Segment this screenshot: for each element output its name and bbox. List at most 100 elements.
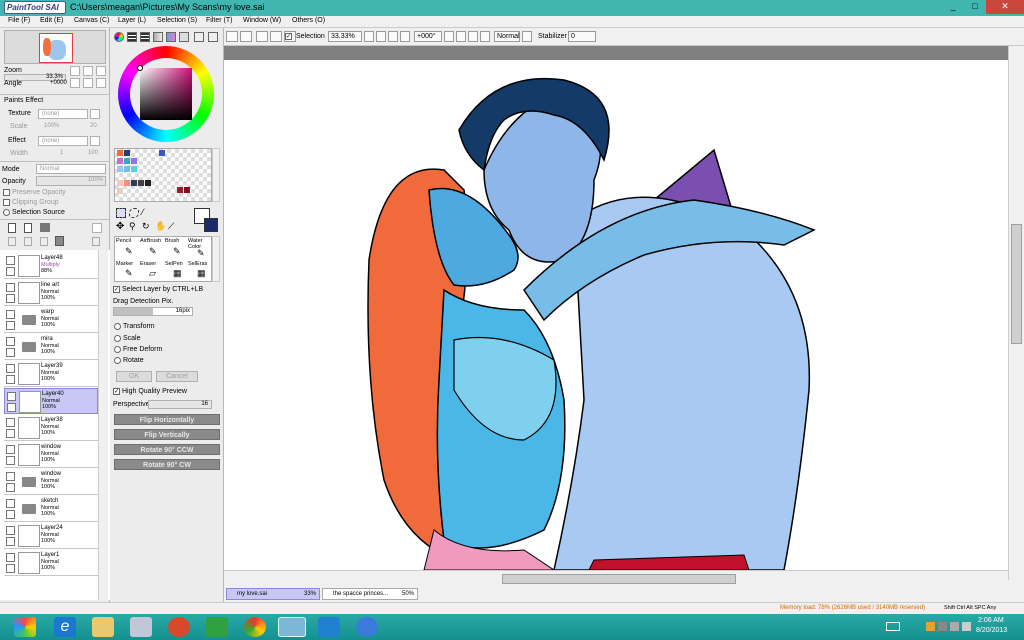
menu-others[interactable]: Others (O) [292,17,325,24]
rotate-left-tb-button[interactable] [444,31,454,42]
scratchpad-tab-icon[interactable] [179,32,189,42]
gradation-tab-icon[interactable] [153,32,163,42]
texture-select[interactable]: (none) [38,109,88,119]
new-folder-icon[interactable] [40,223,50,232]
zoom-out-tb-button[interactable] [364,31,374,42]
visibility-toggle-icon[interactable] [6,526,15,535]
menu-layer[interactable]: Layer (L) [118,17,146,24]
trash-icon[interactable] [55,236,64,246]
layer-row[interactable]: line art Normal 100% [4,280,98,306]
tray-icon-1[interactable] [926,622,935,631]
lock-toggle-icon[interactable] [6,348,15,357]
angle-field[interactable]: +000° [414,31,442,42]
itunes-icon[interactable] [356,617,378,637]
tray-icon-2[interactable] [938,622,947,631]
perspective-slider[interactable]: 16 [148,400,212,409]
flip-tb-button[interactable] [480,31,490,42]
network-icon[interactable] [950,622,959,631]
layer-row[interactable]: window Normal 100% [4,469,98,495]
rotate-tool-icon[interactable]: ↻ [142,222,152,232]
doc-tab[interactable]: the spacce princes... 50% [322,588,418,600]
visibility-toggle-icon[interactable] [6,553,15,562]
internet-explorer-icon[interactable]: e [54,617,76,637]
lock-toggle-icon[interactable] [6,321,15,330]
eyedropper-icon[interactable]: ⟋ [168,222,178,232]
swatch-scrollbar[interactable] [212,148,220,202]
zoom-actual-tb-button[interactable] [400,31,410,42]
rotate-reset-button[interactable] [96,78,106,88]
move-icon[interactable]: ✥ [116,222,126,232]
lock-toggle-icon[interactable] [6,564,15,573]
panel-toggle-icon[interactable] [194,32,204,42]
layer-menu-button[interactable] [92,223,102,233]
file-explorer-icon[interactable] [92,617,114,637]
opacity-slider[interactable]: 100% [36,176,106,186]
layer-row[interactable]: Layer39 Normal 100% [4,361,98,387]
tool-eraser[interactable]: Eraser [140,261,156,267]
stabilizer-select[interactable]: 0 [568,31,596,42]
menu-window[interactable]: Window (W) [243,17,281,24]
tb-button-1[interactable] [226,31,238,42]
start-icon[interactable] [14,617,36,637]
layer-row[interactable]: warp Normal 100% [4,307,98,333]
navigator-preview[interactable] [4,30,106,64]
zoom-fit-tb-button[interactable] [388,31,398,42]
hsv-slider-tab-icon[interactable] [140,32,150,42]
media-icon[interactable] [130,617,152,637]
color-wheel[interactable] [118,46,214,142]
drag-detection-slider[interactable]: 16pix [113,307,193,316]
zoom-in-button[interactable] [83,66,93,76]
visibility-toggle-icon[interactable] [6,283,15,292]
new-linework-layer-icon[interactable] [24,223,32,233]
scale-radio[interactable] [114,335,121,342]
dropbox-icon[interactable] [318,617,340,637]
tool-airbrush[interactable]: AirBrush [140,238,161,244]
hand-tool-icon[interactable]: ✋ [155,222,166,232]
clear-layer-icon[interactable] [40,237,48,246]
clock-time[interactable]: 2:06 AM [978,617,1004,624]
effect-button[interactable] [90,136,100,146]
rotate-reset-tb-button[interactable] [468,31,478,42]
menu-filter[interactable]: Filter (T) [206,17,232,24]
preserve-opacity-checkbox[interactable] [3,189,10,196]
transform-radio[interactable] [114,323,121,330]
lock-toggle-icon[interactable] [6,267,15,276]
rect-select-icon[interactable] [116,208,126,218]
lock-toggle-icon[interactable] [6,483,15,492]
lock-toggle-icon[interactable] [6,429,15,438]
zoom-in-tb-button[interactable] [376,31,386,42]
blend-mode-select[interactable]: Normal [36,164,106,174]
horizontal-scroll-thumb[interactable] [502,574,736,584]
selection-source-radio[interactable] [3,209,10,216]
visibility-toggle-icon[interactable] [6,445,15,454]
visibility-toggle-icon[interactable] [6,418,15,427]
magic-wand-icon[interactable]: ⁄ [142,208,152,218]
tool-seleras[interactable]: SelEras [188,261,207,267]
lock-toggle-icon[interactable] [6,294,15,303]
visibility-toggle-icon[interactable] [6,310,15,319]
panel-toggle2-icon[interactable] [208,32,218,42]
zoom-field[interactable]: 33.33% [328,31,362,42]
merge-down-icon[interactable] [24,237,32,246]
maximize-button[interactable]: □ [964,0,986,14]
zoom-tool-icon[interactable]: ⚲ [129,222,139,232]
lock-toggle-icon[interactable] [7,403,16,412]
layer-list-scrollbar[interactable] [98,250,108,600]
visibility-toggle-icon[interactable] [6,499,15,508]
rotate-right-button[interactable] [83,78,93,88]
saturation-value-box[interactable] [140,68,192,120]
swatch-palette[interactable] [114,148,212,202]
lock-toggle-icon[interactable] [6,537,15,546]
clock-date[interactable]: 8/20/2013 [976,627,1007,634]
lock-toggle-icon[interactable] [6,510,15,519]
lasso-icon[interactable] [129,208,139,218]
mode-tb-button[interactable] [522,31,532,42]
mode-field[interactable]: Normal [494,31,520,42]
close-button[interactable]: ✕ [986,0,1024,14]
rotate-right-tb-button[interactable] [456,31,466,42]
tool-selpen[interactable]: SelPen [165,261,183,267]
cancel-button[interactable]: Cancel [156,371,198,382]
tool-marker[interactable]: Marker [116,261,133,267]
tb-button-2[interactable] [240,31,252,42]
layer-row[interactable]: Layer48 Multiply 88% [4,253,98,279]
